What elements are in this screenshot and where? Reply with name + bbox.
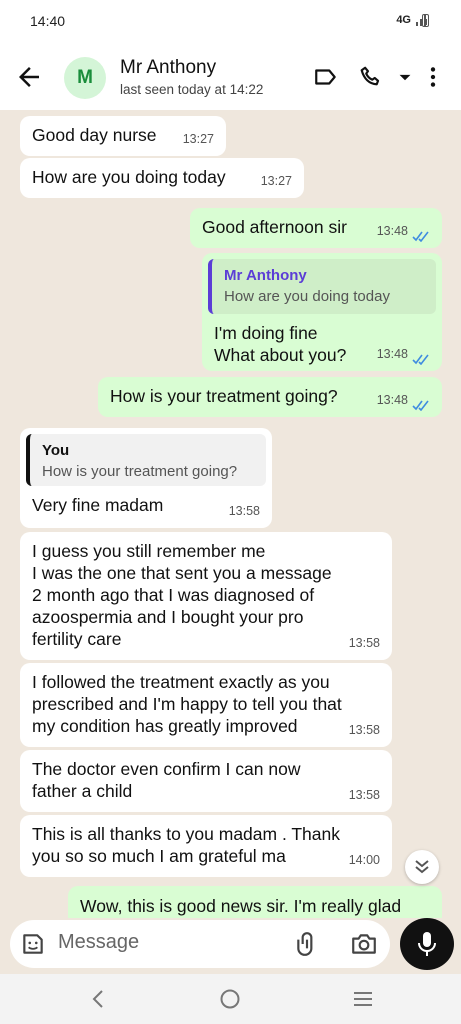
read-receipt-icon: [412, 354, 429, 365]
message-input-container[interactable]: Message: [10, 920, 390, 968]
nav-home-icon[interactable]: [219, 988, 241, 1010]
message-time: 14:00: [348, 853, 380, 867]
scroll-to-bottom-button[interactable]: [405, 850, 439, 884]
status-time: 14:40: [30, 13, 66, 29]
camera-icon[interactable]: [350, 931, 378, 957]
back-arrow-icon[interactable]: [14, 62, 44, 92]
message-text-line: azoospermia and I bought your pro: [32, 607, 304, 627]
attach-icon[interactable]: [294, 931, 320, 957]
message-text-line: 2 month ago that I was diagnosed of: [32, 585, 315, 605]
quoted-text: How is your treatment going?: [42, 463, 238, 480]
sticker-icon[interactable]: [20, 931, 46, 957]
last-seen-status: last seen today at 14:22: [120, 82, 264, 97]
read-receipt-icon: [412, 400, 429, 411]
input-bar: Message: [0, 918, 461, 974]
message-text-line: father a child: [32, 781, 133, 801]
message-text-line: prescribed and I'm happy to tell you tha…: [32, 694, 342, 714]
message-bubble-incoming[interactable]: This is all thanks to you madam . Thank …: [20, 815, 392, 877]
system-nav-bar: [0, 974, 461, 1024]
message-bubble-incoming[interactable]: I guess you still remember me I was the …: [20, 532, 392, 660]
message-text: How are you doing today: [32, 167, 226, 187]
contact-name[interactable]: Mr Anthony: [120, 57, 216, 79]
message-bubble-incoming[interactable]: Good day nurse 13:27: [20, 116, 226, 156]
label-icon[interactable]: [313, 64, 339, 90]
message-text-line: I guess you still remember me: [32, 541, 266, 561]
message-time: 13:27: [182, 132, 214, 146]
message-time: 13:48: [376, 347, 408, 361]
message-time: 13:27: [260, 174, 292, 188]
message-time: 13:58: [348, 636, 380, 650]
quoted-sender: Mr Anthony: [224, 267, 307, 284]
message-text-line: my condition has greatly improved: [32, 716, 298, 736]
quoted-message[interactable]: You How is your treatment going?: [26, 434, 266, 486]
message-time: 13:58: [348, 723, 380, 737]
message-bubble-incoming[interactable]: The doctor even confirm I can now father…: [20, 750, 392, 812]
phone-icon[interactable]: [358, 64, 384, 90]
nav-back-icon[interactable]: [88, 988, 108, 1010]
microphone-icon: [418, 932, 436, 956]
status-bar: 14:40 4G: [0, 0, 461, 44]
message-bubble-incoming[interactable]: How are you doing today 13:27: [20, 158, 304, 198]
call-dropdown-icon[interactable]: [392, 64, 418, 90]
message-text: Wow, this is good news sir. I'm really g…: [80, 896, 402, 916]
avatar[interactable]: M: [64, 57, 106, 99]
message-bubble-outgoing[interactable]: How is your treatment going? 13:48: [98, 377, 442, 417]
nav-recents-icon[interactable]: [352, 988, 374, 1010]
network-type: 4G: [396, 14, 411, 26]
message-text: Good day nurse: [32, 125, 157, 145]
message-time: 13:58: [348, 788, 380, 802]
message-text-line: I was the one that sent you a message: [32, 563, 332, 583]
message-bubble-outgoing[interactable]: Wow, this is good news sir. I'm really g…: [68, 886, 442, 918]
chat-header: M Mr Anthony last seen today at 14:22: [0, 44, 461, 110]
message-input[interactable]: Message: [58, 931, 139, 954]
message-bubble-outgoing-reply[interactable]: Mr Anthony How are you doing today I'm d…: [202, 253, 442, 371]
message-text-line: fertility care: [32, 629, 122, 649]
message-text-line: I'm doing fine: [214, 323, 318, 343]
message-text: How is your treatment going?: [110, 386, 338, 406]
message-time: 13:48: [376, 393, 408, 407]
battery-icon: [422, 14, 429, 27]
message-bubble-incoming-reply[interactable]: You How is your treatment going? Very fi…: [20, 428, 272, 528]
double-chevron-down-icon: [415, 860, 429, 874]
quoted-sender: You: [42, 442, 70, 459]
quoted-message[interactable]: Mr Anthony How are you doing today: [208, 259, 436, 314]
message-time: 13:58: [228, 504, 260, 518]
message-bubble-incoming[interactable]: I followed the treatment exactly as you …: [20, 663, 392, 747]
quoted-text: How are you doing today: [224, 288, 390, 305]
voice-message-button[interactable]: [400, 918, 454, 970]
message-text-line: you so so much I am grateful ma: [32, 846, 286, 866]
message-time: 13:48: [376, 224, 408, 238]
read-receipt-icon: [412, 231, 429, 242]
message-text-line: The doctor even confirm I can now: [32, 759, 301, 779]
message-text-line: I followed the treatment exactly as you: [32, 672, 330, 692]
chat-area[interactable]: Good day nurse 13:27 How are you doing t…: [0, 110, 461, 918]
message-text-line: This is all thanks to you madam . Thank: [32, 824, 341, 844]
more-options-icon[interactable]: [420, 64, 446, 90]
message-bubble-outgoing[interactable]: Good afternoon sir 13:48: [190, 208, 442, 248]
message-text: Good afternoon sir: [202, 217, 347, 237]
